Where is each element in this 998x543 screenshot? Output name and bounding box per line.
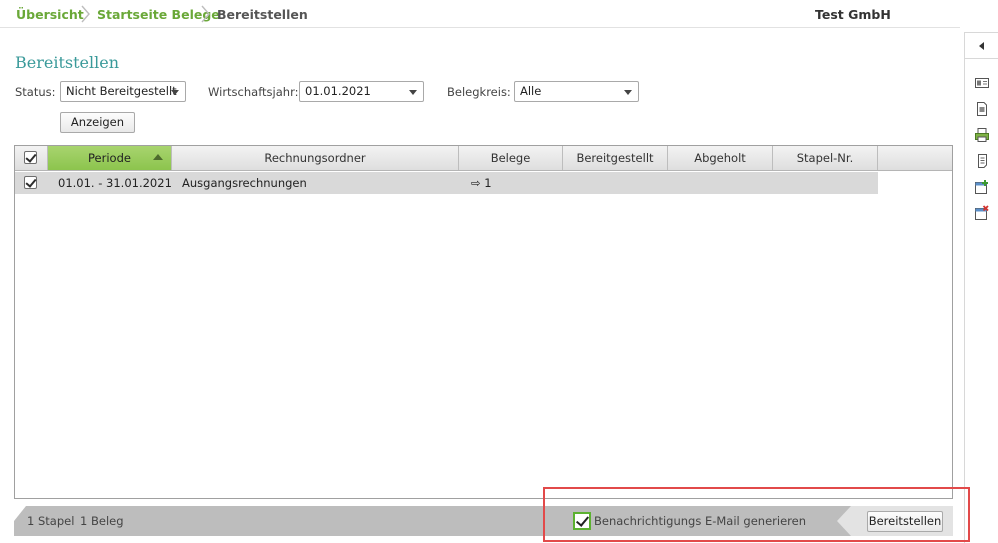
calendar-add-icon[interactable] bbox=[974, 179, 990, 195]
column-header-rechnungsordner[interactable]: Rechnungsordner bbox=[172, 146, 459, 170]
fiscal-year-select[interactable]: 01.01.2021 bbox=[299, 81, 424, 102]
highlight-frame bbox=[543, 487, 970, 542]
fiscal-year-label: Wirtschaftsjahr: bbox=[208, 85, 299, 99]
documents-grid: Periode Rechnungsordner Belege Bereitges… bbox=[14, 145, 953, 499]
breadcrumb-uebersicht[interactable]: Übersicht bbox=[16, 7, 84, 22]
cell-periode: 01.01. - 31.01.2021 bbox=[58, 176, 172, 190]
status-select-value: Nicht Bereitgestellt bbox=[66, 84, 177, 98]
column-header-abgeholt[interactable]: Abgeholt bbox=[668, 146, 773, 170]
cell-rechnungsordner: Ausgangsrechnungen bbox=[182, 176, 307, 190]
row-checkbox[interactable] bbox=[24, 176, 37, 189]
breadcrumb-bar: Übersicht Startseite Belege Bereitstelle… bbox=[0, 0, 960, 28]
sort-ascending-icon bbox=[153, 154, 163, 160]
page-title: Bereitstellen bbox=[15, 53, 120, 72]
chevron-right-icon bbox=[81, 5, 90, 23]
column-header-periode[interactable]: Periode bbox=[48, 146, 172, 170]
beleg-count-value: 1 bbox=[80, 514, 88, 528]
select-all-header bbox=[15, 146, 48, 170]
company-name: Test GmbH bbox=[815, 7, 891, 22]
collapse-icon bbox=[978, 41, 984, 50]
chevron-down-icon bbox=[624, 90, 632, 95]
column-header-belege[interactable]: Belege bbox=[459, 146, 563, 170]
belegkreis-select[interactable]: Alle bbox=[514, 81, 639, 102]
table-row[interactable]: 01.01. - 31.01.2021 Ausgangsrechnungen ⇨… bbox=[15, 172, 878, 194]
side-toolbar bbox=[964, 32, 998, 543]
belegkreis-select-value: Alle bbox=[520, 84, 542, 98]
chevron-down-icon bbox=[409, 90, 417, 95]
bar-notch bbox=[14, 506, 26, 521]
chevron-down-icon bbox=[171, 90, 179, 95]
notes-icon[interactable] bbox=[974, 153, 990, 169]
fiscal-year-select-value: 01.01.2021 bbox=[305, 84, 371, 98]
collapse-toggle[interactable] bbox=[965, 33, 998, 59]
stapel-count-label: Stapel bbox=[37, 514, 75, 528]
print-icon[interactable] bbox=[974, 127, 990, 143]
status-label: Status: bbox=[15, 85, 56, 99]
beleg-count-label: Beleg bbox=[90, 514, 124, 528]
cell-belege-link[interactable]: ⇨ 1 bbox=[471, 172, 492, 194]
column-header-label: Periode bbox=[88, 151, 131, 165]
stapel-count: 1 Stapel bbox=[27, 514, 74, 528]
breadcrumb-bereitstellen: Bereitstellen bbox=[217, 7, 308, 22]
chevron-right-icon bbox=[201, 5, 210, 23]
show-button[interactable]: Anzeigen bbox=[60, 112, 135, 133]
contact-card-icon[interactable] bbox=[974, 75, 990, 91]
calendar-delete-icon[interactable] bbox=[974, 205, 990, 221]
status-select[interactable]: Nicht Bereitgestellt bbox=[60, 81, 186, 102]
column-header-bereitgestellt[interactable]: Bereitgestellt bbox=[563, 146, 668, 170]
stapel-count-value: 1 bbox=[27, 514, 35, 528]
grid-header: Periode Rechnungsordner Belege Bereitges… bbox=[15, 146, 952, 171]
beleg-count: 1 Beleg bbox=[80, 514, 124, 528]
document-icon[interactable] bbox=[974, 101, 990, 117]
select-all-checkbox[interactable] bbox=[24, 151, 37, 164]
column-header-stapel-nr[interactable]: Stapel-Nr. bbox=[773, 146, 878, 170]
belegkreis-label: Belegkreis: bbox=[447, 85, 511, 99]
